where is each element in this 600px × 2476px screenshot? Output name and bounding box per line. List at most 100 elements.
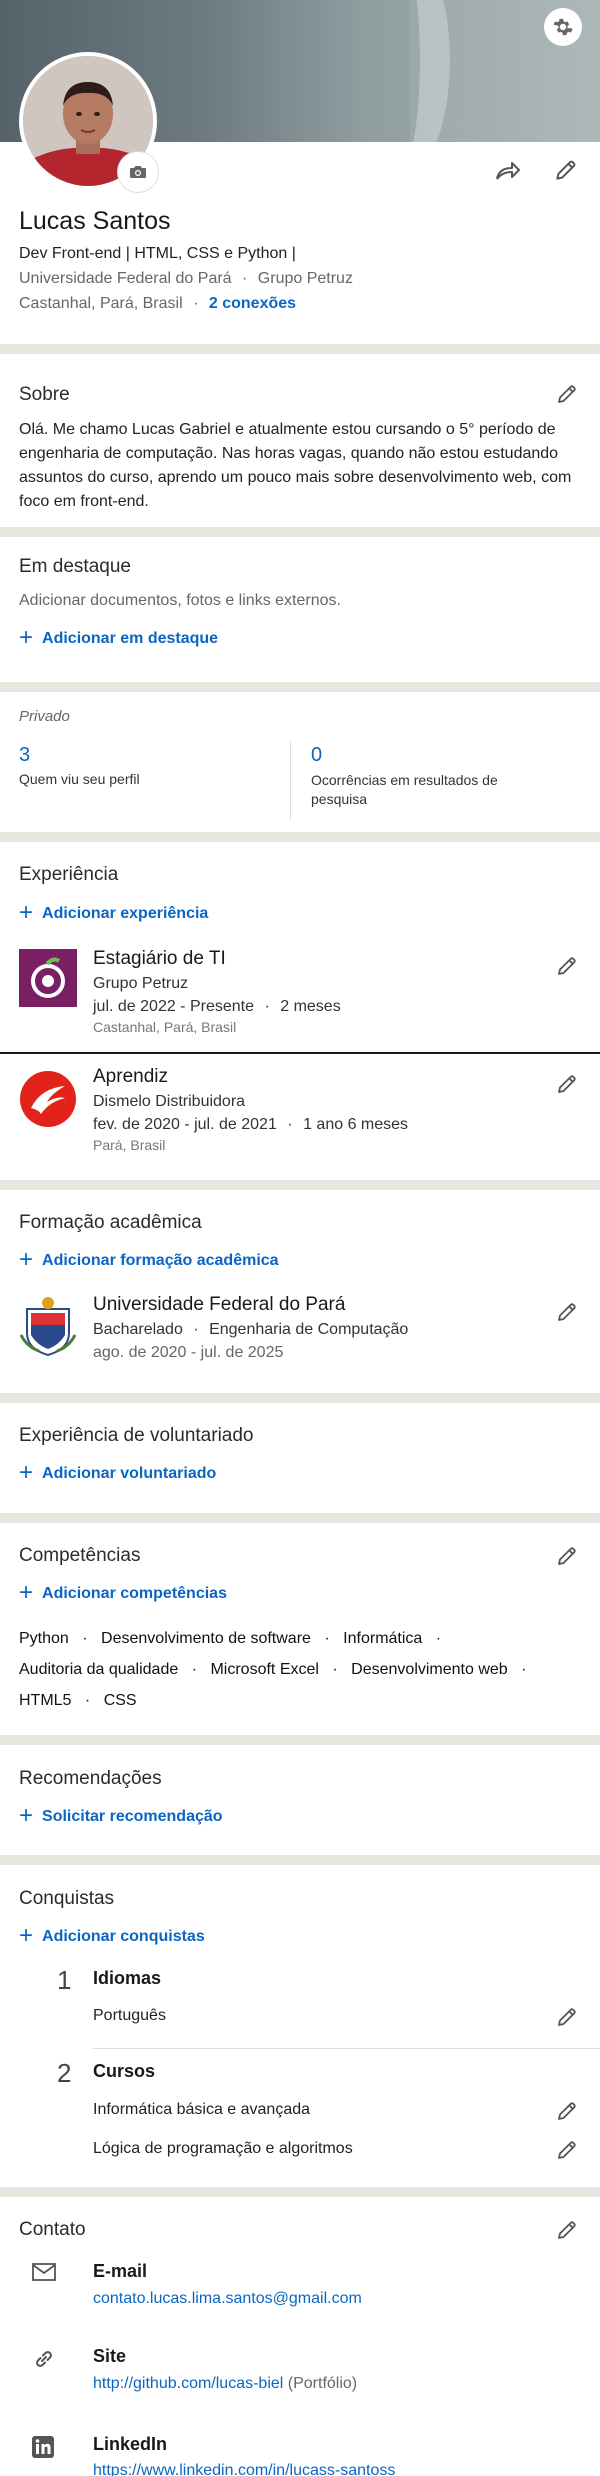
add-volunteer-button[interactable]: + Adicionar voluntariado <box>19 1459 216 1486</box>
add-accomplishment-button[interactable]: + Adicionar conquistas <box>19 1922 205 1949</box>
email-icon <box>32 2263 56 2286</box>
experience-item-title: Aprendiz <box>93 1066 168 1087</box>
edit-about-pencil-icon[interactable] <box>552 379 582 409</box>
linkedin-icon <box>32 2436 54 2463</box>
experience-item-location: Pará, Brasil <box>93 1137 166 1153</box>
plus-icon: + <box>19 1459 34 1486</box>
dismelo-logo[interactable] <box>19 1070 77 1128</box>
ufpa-logo[interactable] <box>19 1295 77 1357</box>
edit-contact-pencil-icon[interactable] <box>552 2215 582 2245</box>
grupo-petruz-logo[interactable] <box>19 949 77 1007</box>
analytics-divider <box>290 742 291 820</box>
linkedin-link[interactable]: https://www.linkedin.com/in/lucass-santo… <box>93 2462 395 2476</box>
search-appearances-block[interactable]: 0 Ocorrências em resultados de pesquisa <box>311 744 541 809</box>
accomplishment-item[interactable]: Informática básica e avançada <box>93 2101 310 2119</box>
profile-company[interactable]: Grupo Petruz <box>258 270 353 287</box>
profile-location-line: Castanhal, Pará, Brasil · 2 conexões <box>19 295 297 312</box>
profile-org-line: Universidade Federal do Pará · Grupo Pet… <box>19 270 353 287</box>
skill-item[interactable]: Microsoft Excel <box>210 1661 318 1678</box>
analytics-section: Privado 3 Quem viu seu perfil 0 Ocorrênc… <box>0 692 600 832</box>
accomplishment-item[interactable]: Português <box>93 2007 166 2025</box>
skill-item[interactable]: HTML5 <box>19 1692 71 1709</box>
experience-section: Experiência + Adicionar experiência Esta… <box>0 842 600 1180</box>
request-recommendation-button[interactable]: + Solicitar recomendação <box>19 1804 223 1828</box>
accomplishment-divider <box>93 2048 600 2049</box>
connections-link[interactable]: 2 conexões <box>209 295 296 312</box>
education-title: Formação acadêmica <box>19 1212 202 1233</box>
experience-item-dates: fev. de 2020 - jul. de 2021 · 1 ano 6 me… <box>93 1116 409 1133</box>
skill-item[interactable]: Auditoria da qualidade <box>19 1661 178 1678</box>
add-education-button[interactable]: + Adicionar formação acadêmica <box>19 1248 279 1272</box>
search-appearances-label: Ocorrências em resultados de pesquisa <box>311 772 498 807</box>
skill-item[interactable]: Desenvolvimento de software <box>101 1630 311 1647</box>
skills-list: Python · Desenvolvimento de software · I… <box>19 1630 527 1709</box>
profile-views-count: 3 <box>19 744 31 766</box>
plus-icon: + <box>19 1922 34 1949</box>
experience-item-company: Dismelo Distribuidora <box>93 1093 246 1110</box>
search-appearances-count: 0 <box>311 744 323 766</box>
profile-views-block[interactable]: 3 Quem viu seu perfil <box>19 744 279 787</box>
site-line: http://github.com/lucas-biel (Portfólio) <box>93 2375 357 2393</box>
camera-icon[interactable] <box>118 152 158 192</box>
link-icon <box>32 2347 56 2376</box>
site-label: Site <box>93 2346 127 2366</box>
accomplishment-item[interactable]: Lógica de programação e algoritmos <box>93 2140 353 2158</box>
featured-section: Em destaque Adicionar documentos, fotos … <box>0 537 600 682</box>
accomplishments-section: Conquistas + Adicionar conquistas 1 Idio… <box>0 1865 600 2187</box>
accomplishment-count: 1 <box>57 1965 72 1995</box>
recommendations-title: Recomendações <box>19 1768 162 1789</box>
skill-item[interactable]: CSS <box>104 1692 137 1709</box>
accomplishment-group-title: Idiomas <box>93 1968 162 1988</box>
education-dates: ago. de 2020 - jul. de 2025 <box>93 1344 284 1361</box>
plus-icon: + <box>19 1579 34 1606</box>
edit-education-pencil-icon[interactable] <box>552 1297 582 1327</box>
education-degree-line: Bacharelado · Engenharia de Computação <box>93 1321 409 1338</box>
education-school: Universidade Federal do Pará <box>93 1294 346 1315</box>
experience-item[interactable]: Estagiário de TI Grupo Petruz jul. de 20… <box>93 948 341 1035</box>
edit-profile-pencil-icon[interactable] <box>548 152 584 188</box>
profile-headline: Dev Front-end | HTML, CSS e Python | <box>19 245 296 262</box>
add-experience-button[interactable]: + Adicionar experiência <box>19 899 208 926</box>
email-label: E-mail <box>93 2261 148 2281</box>
add-skills-button[interactable]: + Adicionar competências <box>19 1579 227 1606</box>
edit-course-pencil-icon[interactable] <box>552 2096 582 2126</box>
experience-item-title: Estagiário de TI <box>93 948 226 969</box>
profile-education[interactable]: Universidade Federal do Pará <box>19 270 232 287</box>
plus-icon: + <box>19 899 34 926</box>
education-section: Formação acadêmica + Adicionar formação … <box>0 1190 600 1393</box>
skills-title: Competências <box>19 1545 141 1566</box>
accomplishment-group-title: Cursos <box>93 2061 156 2081</box>
email-link[interactable]: contato.lucas.lima.santos@gmail.com <box>93 2290 362 2308</box>
experience-title: Experiência <box>19 864 119 885</box>
settings-gear-icon[interactable] <box>544 8 582 46</box>
share-icon[interactable] <box>490 152 526 188</box>
experience-item-dates: jul. de 2022 - Presente · 2 meses <box>93 998 341 1015</box>
accomplishments-title: Conquistas <box>19 1888 115 1909</box>
edit-skills-pencil-icon[interactable] <box>552 1541 582 1571</box>
accomplishment-count: 2 <box>57 2058 72 2088</box>
skill-item[interactable]: Desenvolvimento web <box>351 1661 508 1678</box>
skill-item[interactable]: Python <box>19 1630 69 1647</box>
experience-item-location: Castanhal, Pará, Brasil <box>93 1019 237 1035</box>
edit-experience-pencil-icon[interactable] <box>552 1069 582 1099</box>
plus-icon: + <box>19 624 34 651</box>
site-link[interactable]: http://github.com/lucas-biel <box>93 2375 283 2392</box>
experience-item-company: Grupo Petruz <box>93 975 189 992</box>
contact-title: Contato <box>19 2219 86 2240</box>
profile-header: Lucas Santos Dev Front-end | HTML, CSS e… <box>0 0 600 344</box>
analytics-private-label: Privado <box>19 708 70 725</box>
edit-course-pencil-icon[interactable] <box>552 2135 582 2165</box>
featured-desc: Adicionar documentos, fotos e links exte… <box>19 592 341 609</box>
profile-location: Castanhal, Pará, Brasil <box>19 295 183 312</box>
skills-section: Competências + Adicionar competências Py… <box>0 1523 600 1735</box>
experience-item[interactable]: Aprendiz Dismelo Distribuidora fev. de 2… <box>93 1066 408 1153</box>
skill-item[interactable]: Informática <box>343 1630 422 1647</box>
linkedin-label: LinkedIn <box>93 2434 168 2454</box>
experience-divider <box>0 1052 600 1054</box>
edit-experience-pencil-icon[interactable] <box>552 951 582 981</box>
add-featured-button[interactable]: + Adicionar em destaque <box>19 624 218 651</box>
edit-language-pencil-icon[interactable] <box>552 2002 582 2032</box>
about-text: Olá. Me chamo Lucas Gabriel e atualmente… <box>19 421 572 510</box>
education-item[interactable]: Universidade Federal do Pará Bacharelado… <box>93 1294 408 1362</box>
about-section: Sobre Olá. Me chamo Lucas Gabriel e atua… <box>0 354 600 527</box>
